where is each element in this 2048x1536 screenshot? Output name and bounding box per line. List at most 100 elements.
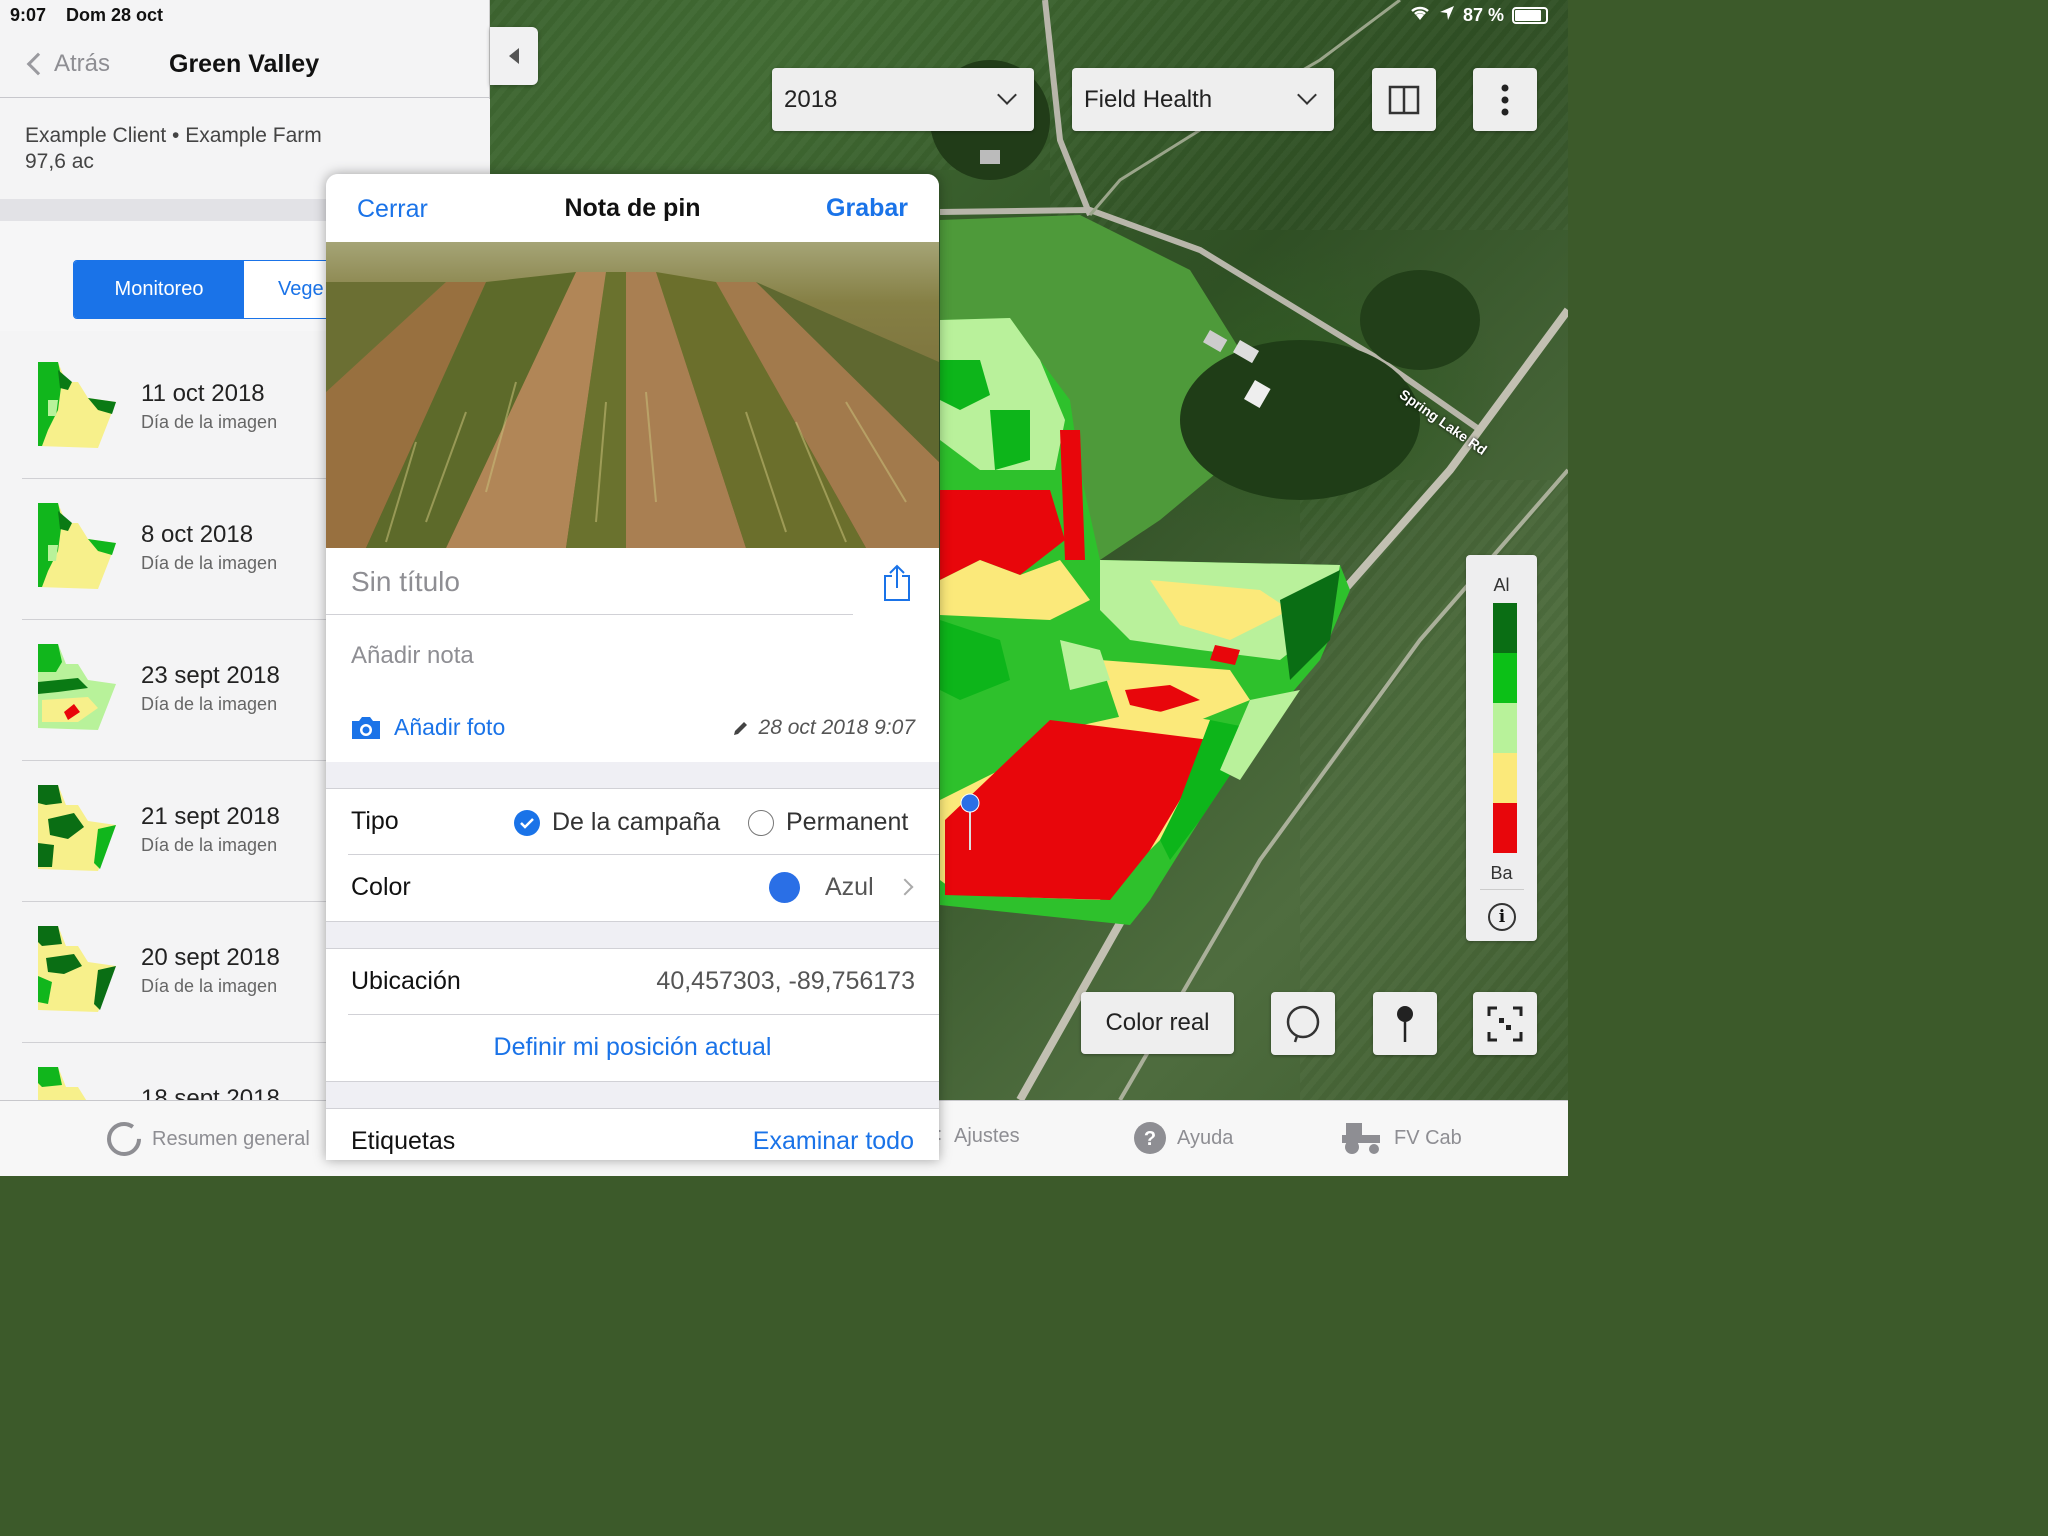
set-current-location-button[interactable]: Definir mi posición actual	[326, 1033, 939, 1062]
list-item[interactable]: 11 oct 2018 Día de la imagen	[22, 338, 332, 479]
tab-overview[interactable]: Resumen general	[106, 1121, 310, 1157]
list-item[interactable]: 23 sept 2018 Día de la imagen	[22, 620, 332, 761]
list-item[interactable]: 21 sept 2018 Día de la imagen	[22, 761, 332, 902]
type-option-season[interactable]: De la campaña	[514, 808, 720, 837]
pin-photo[interactable]	[326, 242, 939, 548]
tab-help[interactable]: ? Ayuda	[1133, 1121, 1233, 1155]
chevron-down-icon	[997, 85, 1017, 105]
note-title-input[interactable]: Sin título	[351, 566, 460, 598]
pin-icon	[1397, 1005, 1413, 1042]
collapse-sidebar-button[interactable]	[490, 27, 538, 85]
legend-swatch	[1493, 753, 1517, 803]
split-view-button[interactable]	[1372, 68, 1436, 131]
add-photo-button[interactable]: Añadir foto	[350, 714, 505, 741]
split-view-icon	[1388, 85, 1420, 114]
image-subtitle: Día de la imagen	[141, 694, 278, 714]
tags-row: Etiquetas Examinar todo	[326, 1109, 939, 1160]
browse-tags-button[interactable]: Examinar todo	[753, 1127, 914, 1156]
divider	[326, 614, 853, 615]
save-button[interactable]: Grabar	[826, 194, 908, 223]
field-thumbnail	[38, 785, 116, 871]
info-icon[interactable]: i	[1488, 903, 1516, 931]
chevron-down-icon	[1297, 85, 1317, 105]
help-icon: ?	[1134, 1122, 1166, 1154]
color-label: Color	[351, 873, 411, 901]
layer-dropdown[interactable]: Field Health	[1072, 68, 1334, 131]
legend-swatch	[1493, 653, 1517, 703]
battery-percent: 87 %	[1462, 5, 1504, 25]
legend-swatch	[1493, 803, 1517, 853]
tab-label: Resumen general	[152, 1127, 310, 1150]
tags-group: Etiquetas Examinar todo	[326, 1108, 939, 1160]
tab-label: Ayuda	[1177, 1126, 1234, 1149]
legend-high-label: Al	[1493, 575, 1510, 595]
legend-swatch	[1493, 703, 1517, 753]
image-date: 8 oct 2018	[141, 521, 254, 548]
note-timestamp: 28 oct 2018 9:07	[733, 716, 915, 740]
health-legend: Al Ba i	[1466, 555, 1537, 941]
tab-settings[interactable]: Ajustes	[930, 1121, 1020, 1151]
year-dropdown[interactable]: 2018	[772, 68, 1034, 131]
share-icon[interactable]	[883, 564, 911, 607]
type-option-permanent[interactable]: Permanent	[748, 808, 908, 837]
color-value: Azul	[825, 873, 874, 901]
more-vertical-icon	[1501, 84, 1509, 115]
back-label: Atrás	[54, 50, 111, 77]
note-section: Sin título Añadir nota Añadir foto 28 oc…	[326, 548, 939, 762]
add-photo-label: Añadir foto	[394, 714, 506, 740]
color-row[interactable]: Color Azul	[326, 855, 939, 921]
divider	[1480, 889, 1524, 890]
image-date: 21 sept 2018	[141, 803, 280, 830]
field-thumbnail	[38, 503, 116, 589]
legend-swatch	[1493, 603, 1517, 653]
status-bar-right: 87 %	[1409, 5, 1548, 26]
year-value: 2018	[784, 85, 838, 113]
more-options-button[interactable]	[1473, 68, 1537, 131]
image-date: 20 sept 2018	[141, 944, 280, 971]
true-color-button[interactable]: Color real	[1081, 992, 1234, 1054]
field-area: 97,6 ac	[25, 150, 94, 173]
overview-icon	[107, 1122, 141, 1156]
type-option-label: De la campaña	[552, 808, 721, 836]
location-group: Ubicación 40,457303, -89,756173 Definir …	[326, 948, 939, 1082]
radio-empty-icon	[748, 809, 774, 836]
image-subtitle: Día de la imagen	[141, 412, 278, 432]
status-date: Dom 28 oct	[66, 5, 164, 25]
status-time: 9:07	[10, 5, 47, 25]
image-date: 23 sept 2018	[141, 662, 280, 689]
tab-monitoreo[interactable]: Monitoreo	[74, 261, 244, 318]
lasso-button[interactable]	[1271, 992, 1335, 1055]
fit-extent-button[interactable]	[1473, 992, 1537, 1055]
drop-pin-button[interactable]	[1373, 992, 1437, 1055]
pin-note-modal: Cerrar Nota de pin Grabar Sin título Aña…	[326, 174, 939, 1160]
svg-text:?: ?	[1144, 1128, 1156, 1150]
navigation-bar: Atrás Green Valley	[0, 30, 490, 98]
tags-label: Etiquetas	[351, 1127, 456, 1155]
list-item[interactable]: 20 sept 2018 Día de la imagen	[22, 902, 332, 1043]
lasso-icon	[1286, 1005, 1320, 1042]
image-subtitle: Día de la imagen	[141, 835, 278, 855]
tab-fv-cab[interactable]: FV Cab	[1340, 1121, 1462, 1155]
set-location-row: Definir mi posición actual	[326, 1015, 939, 1081]
checkmark-icon	[514, 809, 540, 836]
layer-value: Field Health	[1084, 85, 1213, 113]
page-title: Green Valley	[169, 50, 320, 78]
field-thumbnail	[38, 926, 116, 1012]
chevron-right-icon	[896, 878, 914, 896]
app-root: Spring Lake Rd 87 % 2018 Field Health Al…	[0, 0, 1568, 1176]
pencil-icon	[733, 722, 747, 735]
type-label: Tipo	[351, 807, 399, 835]
type-row: Tipo De la campaña Permanent	[326, 789, 939, 855]
tab-label: Ajustes	[954, 1124, 1020, 1147]
color-swatch	[769, 872, 800, 903]
type-option-label: Permanent	[786, 808, 909, 836]
location-label: Ubicación	[351, 967, 461, 995]
type-color-group: Tipo De la campaña Permanent Color Azul	[326, 788, 939, 922]
note-body-input[interactable]: Añadir nota	[351, 642, 474, 670]
location-row: Ubicación 40,457303, -89,756173	[326, 949, 939, 1015]
wifi-icon	[1409, 5, 1431, 26]
image-subtitle: Día de la imagen	[141, 553, 278, 573]
list-item[interactable]: 8 oct 2018 Día de la imagen	[22, 479, 332, 620]
chevron-left-icon	[26, 52, 50, 76]
back-button[interactable]: Atrás	[24, 50, 110, 78]
